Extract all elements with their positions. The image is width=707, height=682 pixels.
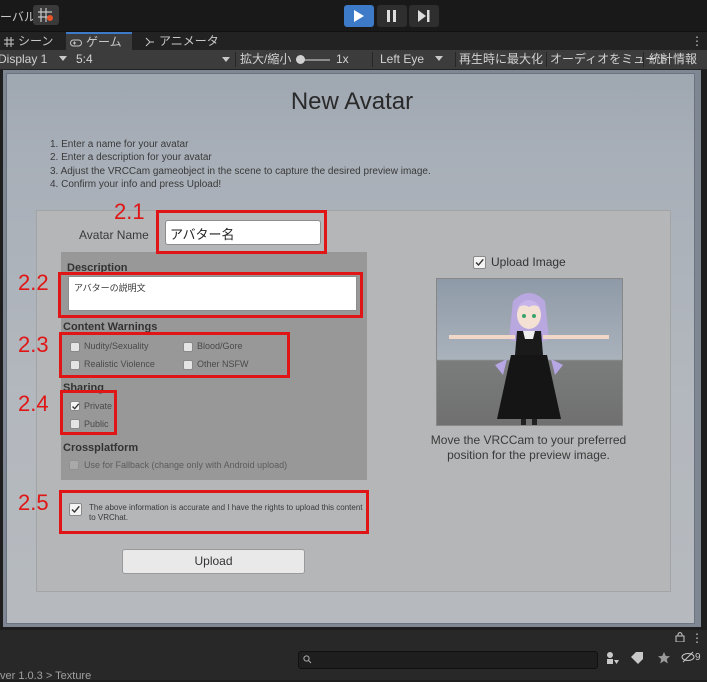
tab-scene-label: シーン <box>18 34 54 48</box>
chevron-down-icon <box>58 56 67 61</box>
pause-button[interactable] <box>377 5 407 27</box>
annotation-box-2-3 <box>59 332 290 378</box>
crossplatform-label: Crossplatform <box>63 442 139 454</box>
annotation-label-2-2: 2.2 <box>18 270 49 295</box>
fallback-checkbox[interactable] <box>69 460 79 470</box>
divider <box>372 52 373 67</box>
check-icon <box>475 258 484 267</box>
step-button[interactable] <box>409 5 439 27</box>
lock-icon[interactable] <box>675 631 685 645</box>
animator-icon <box>145 37 154 47</box>
favorite-star-icon[interactable] <box>657 651 675 667</box>
tab-game[interactable]: ゲーム <box>66 32 132 51</box>
gamepad-icon <box>70 39 82 47</box>
annotation-label-2-5: 2.5 <box>18 490 49 515</box>
instruction-item: 2. Enter a description for your avatar <box>50 152 212 164</box>
annotation-box-2-4 <box>60 390 117 435</box>
annotation-label-2-4: 2.4 <box>18 391 49 416</box>
scale-value: 1x <box>336 52 349 66</box>
upload-image-label: Upload Image <box>491 255 566 269</box>
toolbar-left-label[interactable]: ーバル <box>0 8 36 25</box>
more-options-icon[interactable]: ⋮ <box>691 32 703 51</box>
instructions-list: 1. Enter a name for your avatar 2. Enter… <box>50 138 431 192</box>
instruction-item: 3. Adjust the VRCCam gameobject in the s… <box>50 165 431 177</box>
annotation-box-2-1 <box>156 210 327 254</box>
annotation-box-2-5 <box>59 490 369 534</box>
eye-dropdown[interactable]: Left Eye <box>380 50 444 69</box>
chevron-down-icon <box>222 57 230 62</box>
project-panel-header: ⋮ 9 <box>0 630 707 680</box>
play-icon <box>354 10 364 22</box>
search-input[interactable] <box>298 651 598 669</box>
tab-animator[interactable]: アニメーター <box>145 32 229 67</box>
fallback-label: Use for Fallback (change only with Andro… <box>84 460 288 470</box>
main-toolbar: ーバル <box>0 0 707 31</box>
game-viewport: New Avatar 1. Enter a name for your avat… <box>3 70 701 627</box>
avatar-name-label: Avatar Name <box>79 228 149 242</box>
chevron-down-icon <box>435 56 444 61</box>
upload-image-checkbox[interactable] <box>473 256 486 269</box>
divider <box>235 52 236 67</box>
slider-handle[interactable] <box>296 55 305 64</box>
divider <box>643 52 644 67</box>
eye-value: Left Eye <box>380 52 425 66</box>
scale-slider[interactable] <box>296 55 330 64</box>
avatar-preview-picture <box>437 279 622 425</box>
breadcrumb[interactable]: ver 1.0.3 > Texture <box>0 670 91 682</box>
hidden-count: 9 <box>695 652 701 663</box>
instruction-item: 1. Enter a name for your avatar <box>50 139 189 150</box>
view-tab-bar: シーン ゲーム アニメーター ⋮ <box>0 31 707 67</box>
tab-game-label: ゲーム <box>86 35 122 49</box>
more-options-icon[interactable]: ⋮ <box>691 631 703 645</box>
label-tag-icon[interactable] <box>630 651 648 667</box>
hidden-packages-toggle[interactable]: 9 <box>681 651 707 667</box>
preview-image <box>436 278 623 426</box>
aspect-value: 5:4 <box>76 52 93 66</box>
upload-button[interactable]: Upload <box>122 549 305 574</box>
display-value: Display 1 <box>0 52 48 66</box>
grid-icon <box>38 8 53 22</box>
divider <box>546 52 547 67</box>
page-title: New Avatar <box>290 88 414 115</box>
aspect-dropdown[interactable]: 5:4 <box>76 50 231 69</box>
divider <box>455 52 456 67</box>
annotation-label-2-3: 2.3 <box>18 332 49 357</box>
filter-by-type-icon[interactable] <box>605 651 623 667</box>
game-view-controls: Display 1 5:4 拡大/縮小 1x Left Eye 再生時に最大化 … <box>0 50 707 70</box>
maximize-on-play-toggle[interactable]: 再生時に最大化 <box>459 50 543 69</box>
eye-slash-icon <box>681 651 695 663</box>
annotation-box-2-2 <box>58 272 363 318</box>
search-icon <box>303 655 312 664</box>
display-dropdown[interactable]: Display 1 <box>0 50 67 69</box>
hash-icon <box>4 37 14 47</box>
scale-label: 拡大/縮小 <box>240 52 292 66</box>
annotation-label-2-1: 2.1 <box>114 199 145 224</box>
tab-scene[interactable]: シーン <box>4 32 62 51</box>
stats-toggle[interactable]: 統計情報 <box>649 50 697 69</box>
preview-caption: Move the VRCCam to your preferred positi… <box>430 433 627 462</box>
pause-icon <box>387 10 396 22</box>
instruction-item: 4. Confirm your info and press Upload! <box>50 179 222 191</box>
play-button[interactable] <box>344 5 374 27</box>
step-icon <box>418 10 430 22</box>
layers-button[interactable] <box>33 5 59 25</box>
